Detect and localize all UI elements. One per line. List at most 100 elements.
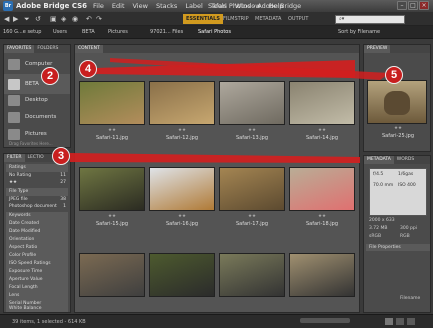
favorites-hint: Drag Favorites Here... xyxy=(9,141,53,146)
thumbnail-image[interactable] xyxy=(289,253,355,297)
list-view-icon[interactable] xyxy=(407,318,415,325)
close-icon[interactable]: × xyxy=(419,1,429,10)
iso-value: ISO 400 xyxy=(398,183,416,188)
callout-4: 4 xyxy=(79,60,97,78)
reveal-icon[interactable]: ↺ xyxy=(35,14,41,24)
tab-preview[interactable]: PREVIEW xyxy=(364,45,391,53)
tab-collections[interactable]: LECTIO xyxy=(25,154,47,162)
menu-stacks[interactable]: Stacks xyxy=(156,2,177,10)
computer-icon xyxy=(8,58,20,70)
tab-filter[interactable]: FILTER xyxy=(4,154,25,162)
thumbnail-stars: ★★ xyxy=(177,214,187,219)
thumbnail-image[interactable] xyxy=(219,253,285,297)
breadcrumb-users[interactable]: Users xyxy=(53,29,67,35)
rotate-right-icon[interactable]: ↷ xyxy=(96,14,102,24)
workspace-filmstrip[interactable]: FILMSTRIP xyxy=(220,14,252,24)
filter-ratings-header[interactable]: Ratings xyxy=(6,164,68,172)
thumbnail-image[interactable] xyxy=(219,81,285,125)
tab-content[interactable]: CONTENT xyxy=(75,45,103,53)
thumbnail-image[interactable] xyxy=(219,167,285,211)
filter-row[interactable]: Photoshop document 1 xyxy=(6,203,68,211)
favorites-panel: FAVORITES FOLDERS Computer BETA Desktop … xyxy=(3,44,71,148)
filter-header[interactable]: Keywords xyxy=(6,212,68,220)
open-in-camera-raw-icon[interactable]: ◉ xyxy=(72,14,78,24)
status-text: 39 items, 1 selected - 614 KB xyxy=(12,319,86,325)
back-icon[interactable]: ◀ xyxy=(4,14,9,24)
filter-header[interactable]: Lens xyxy=(6,292,68,300)
breadcrumb-safari-photos[interactable]: Safari Photos xyxy=(198,29,231,35)
filter-header[interactable]: Aspect Ratio xyxy=(6,244,68,252)
menu-view[interactable]: View xyxy=(133,2,148,10)
filter-header[interactable]: Date Modified xyxy=(6,228,68,236)
callout-2: 2 xyxy=(41,67,59,85)
filter-header[interactable]: Focal Length xyxy=(6,284,68,292)
thumbnail-stars: ★★ xyxy=(107,128,117,133)
minimize-icon[interactable]: – xyxy=(397,1,407,10)
file-size-value: 3.72 MB xyxy=(369,226,388,231)
thumbnail-image[interactable] xyxy=(289,81,355,125)
search-input[interactable]: ⌕▾ xyxy=(335,15,405,24)
filter-header[interactable]: Orientation xyxy=(6,236,68,244)
content-panel: CONTENT ★★ Safari-11.jpg ★★ Safari-12.jpg ★★… xyxy=(74,44,360,313)
refine-icon[interactable]: ◈ xyxy=(61,14,66,24)
thumbnail-size-slider[interactable] xyxy=(300,318,350,323)
filter-header[interactable]: Color Profile xyxy=(6,252,68,260)
filter-header[interactable]: ISO Speed Ratings xyxy=(6,260,68,268)
breadcrumb-drive[interactable]: 160 G...e setup xyxy=(3,29,41,35)
shutter-value: 1/6gas xyxy=(398,172,414,177)
preview-image[interactable] xyxy=(367,80,427,124)
thumbnail-label: Safari-17.jpg xyxy=(236,221,268,227)
workspace-essentials[interactable]: ESSENTIALS xyxy=(183,14,223,24)
favorite-computer[interactable]: Computer xyxy=(4,54,70,74)
callout-3: 3 xyxy=(52,147,70,165)
breadcrumb-pictures[interactable]: Pictures xyxy=(108,29,128,35)
filter-row[interactable]: ★★ 27 xyxy=(6,179,68,187)
rotate-left-icon[interactable]: ↶ xyxy=(86,14,92,24)
thumbnail-image[interactable] xyxy=(79,167,145,211)
workspace-output[interactable]: OUTPUT xyxy=(285,14,311,24)
filter-file-type-header[interactable]: File Type xyxy=(6,188,68,196)
thumbnail-label: Safari-16.jpg xyxy=(166,221,198,227)
file-properties-header[interactable]: File Properties xyxy=(366,244,430,251)
forward-icon[interactable]: ▶ xyxy=(13,14,18,24)
recent-icon[interactable]: ⏷ xyxy=(24,14,30,24)
path-bar: 160 G...e setup Users BETA Pictures 9702… xyxy=(0,26,433,39)
focal-length-value: 70.0 mm xyxy=(373,183,394,188)
sort-dropdown[interactable]: Sort by Filename xyxy=(338,29,380,35)
filter-header[interactable]: Date Created xyxy=(6,220,68,228)
folder-icon xyxy=(8,94,20,106)
folder-icon xyxy=(8,111,20,123)
details-view-icon[interactable] xyxy=(396,318,404,325)
thumbnail-label: Safari-14.jpg xyxy=(306,135,338,141)
grid-view-icon[interactable] xyxy=(385,318,393,325)
thumbnail-image[interactable] xyxy=(79,81,145,125)
tab-keywords[interactable]: WORDS xyxy=(394,156,417,164)
menu-label[interactable]: Label xyxy=(185,2,203,10)
thumbnail-image[interactable] xyxy=(289,167,355,211)
workspace-metadata[interactable]: METADATA xyxy=(252,14,284,24)
filter-header[interactable]: White Balance xyxy=(6,305,68,312)
camera-icon[interactable]: ▣ xyxy=(50,14,57,24)
thumbnail-image[interactable] xyxy=(149,253,215,297)
thumbnail-image[interactable] xyxy=(149,81,215,125)
menu-edit[interactable]: Edit xyxy=(112,2,125,10)
home-icon xyxy=(8,78,20,90)
preview-filename: Safari-25.jpg xyxy=(382,133,414,139)
tab-metadata[interactable]: METADATA xyxy=(364,156,394,164)
thumbnail-image[interactable] xyxy=(149,167,215,211)
breadcrumb-beta[interactable]: BETA xyxy=(82,29,95,35)
maximize-icon[interactable]: □ xyxy=(408,1,418,10)
filter-header[interactable]: Aperture Value xyxy=(6,276,68,284)
thumbnail-label: Safari-13.jpg xyxy=(236,135,268,141)
filter-header[interactable]: Exposure Time xyxy=(6,268,68,276)
title-bar: Br Adobe Bridge CS6 File Edit View Stack… xyxy=(0,0,433,12)
color-profile-value: sRGB xyxy=(369,234,382,239)
menu-file[interactable]: File xyxy=(93,2,104,10)
tab-favorites[interactable]: FAVORITES xyxy=(4,45,35,53)
thumbnail-label: Safari-18.jpg xyxy=(306,221,338,227)
breadcrumb-files[interactable]: 97021... Files xyxy=(150,29,183,35)
thumbnail-image[interactable] xyxy=(79,253,145,297)
tab-folders[interactable]: FOLDERS xyxy=(34,45,61,53)
preview-panel: PREVIEW ★★ Safari-25.jpg xyxy=(363,44,431,152)
camera-data-box: f/4.5 1/6gas 70.0 mm ISO 400 xyxy=(369,168,427,216)
